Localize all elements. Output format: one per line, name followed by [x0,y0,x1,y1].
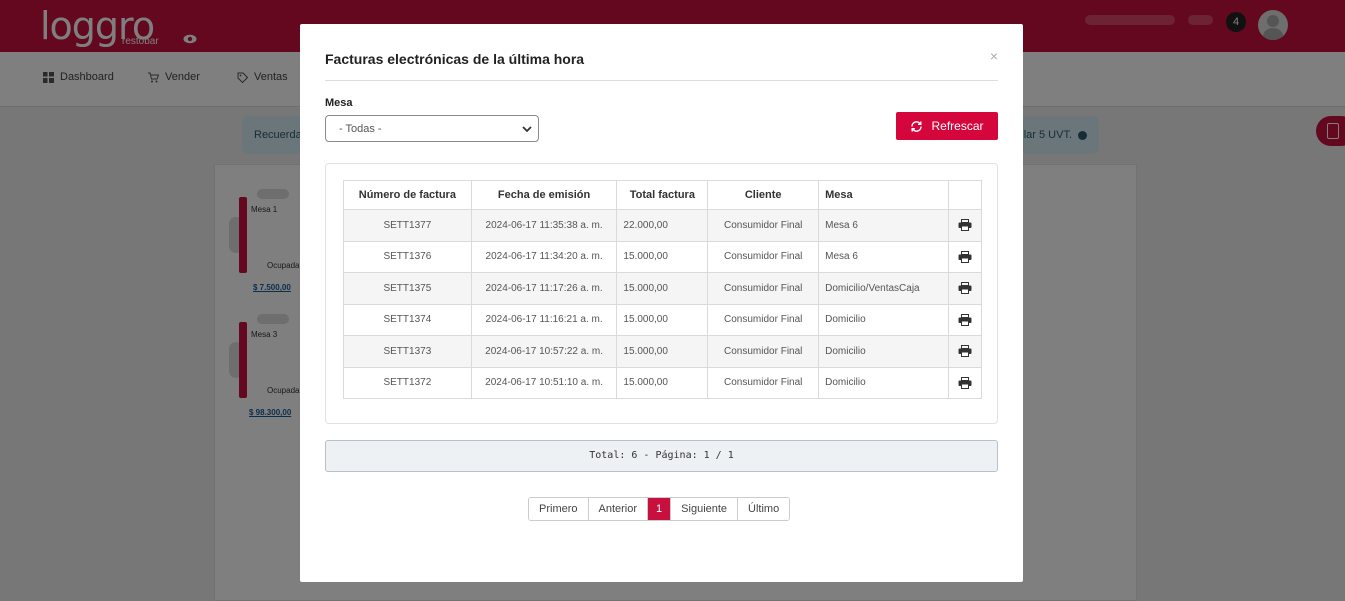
cell-mesa: Mesa 6 [818,209,950,242]
cell-fecha: 2024-06-17 11:34:20 a. m. [470,240,618,273]
cell-numero: SETT1377 [343,209,472,242]
print-cell [948,209,982,242]
print-cell [948,366,982,399]
invoices-modal: Facturas electrónicas de la última hora … [300,24,1023,582]
close-button[interactable]: × [990,48,998,64]
mesa-select[interactable]: - Todas - [325,115,539,142]
cell-fecha: 2024-06-17 10:57:22 a. m. [470,335,618,368]
print-cell [948,335,982,368]
table-row: SETT1374 2024-06-17 11:16:21 a. m. 15.00… [343,303,982,336]
print-icon[interactable] [958,345,972,358]
cell-mesa: Domicilio [818,303,950,336]
table-row: SETT1376 2024-06-17 11:34:20 a. m. 15.00… [343,240,982,273]
table-row: SETT1373 2024-06-17 10:57:22 a. m. 15.00… [343,335,982,368]
cell-mesa: Mesa 6 [818,240,950,273]
cell-total: 15.000,00 [616,240,709,273]
page-first-button[interactable]: Primero [529,498,589,520]
print-icon[interactable] [958,219,972,232]
refresh-icon [911,120,923,132]
cell-cliente: Consumidor Final [707,335,820,368]
cell-total: 15.000,00 [616,303,709,336]
cell-fecha: 2024-06-17 10:51:10 a. m. [470,366,618,399]
table-row: SETT1372 2024-06-17 10:51:10 a. m. 15.00… [343,366,982,399]
table-header-row: Número de factura Fecha de emisión Total… [343,180,982,210]
table-summary: Total: 6 - Página: 1 / 1 [325,440,998,472]
chevron-down-icon [522,126,532,133]
cell-fecha: 2024-06-17 11:17:26 a. m. [470,272,618,305]
page-prev-button[interactable]: Anterior [588,498,649,520]
modal-title: Facturas electrónicas de la última hora [325,51,585,67]
invoices-table: Número de factura Fecha de emisión Total… [343,180,982,399]
cell-cliente: Consumidor Final [707,209,820,242]
column-header[interactable]: Número de factura [343,180,472,210]
cell-fecha: 2024-06-17 11:35:38 a. m. [470,209,618,242]
table-row: SETT1375 2024-06-17 11:17:26 a. m. 15.00… [343,272,982,305]
mesa-select-value: - Todas - [339,123,382,135]
cell-cliente: Consumidor Final [707,240,820,273]
column-header [948,180,982,210]
print-cell [948,272,982,305]
divider [325,80,998,81]
cell-total: 15.000,00 [616,335,709,368]
cell-numero: SETT1372 [343,366,472,399]
mesa-filter-label: Mesa [325,97,353,109]
cell-total: 15.000,00 [616,366,709,399]
cell-numero: SETT1374 [343,303,472,336]
cell-mesa: Domicilio/VentasCaja [818,272,950,305]
cell-fecha: 2024-06-17 11:16:21 a. m. [470,303,618,336]
cell-cliente: Consumidor Final [707,303,820,336]
print-cell [948,303,982,336]
refresh-label: Refrescar [931,119,984,133]
column-header[interactable]: Total factura [616,180,709,210]
print-icon[interactable] [958,282,972,295]
column-header[interactable]: Cliente [707,180,820,210]
print-cell [948,240,982,273]
column-header[interactable]: Mesa [818,180,950,210]
cell-total: 15.000,00 [616,272,709,305]
cell-mesa: Domicilio [818,366,950,399]
invoices-table-container: Número de factura Fecha de emisión Total… [325,163,998,424]
cell-mesa: Domicilio [818,335,950,368]
cell-total: 22.000,00 [616,209,709,242]
column-header[interactable]: Fecha de emisión [470,180,618,210]
page-next-button[interactable]: Siguiente [671,498,739,520]
page-last-button[interactable]: Último [738,498,790,520]
table-row: SETT1377 2024-06-17 11:35:38 a. m. 22.00… [343,209,982,242]
cell-numero: SETT1375 [343,272,472,305]
print-icon[interactable] [958,376,972,389]
cell-numero: SETT1373 [343,335,472,368]
page-current-button[interactable]: 1 [648,498,672,520]
pagination: Primero Anterior 1 Siguiente Último [528,497,791,521]
cell-cliente: Consumidor Final [707,366,820,399]
print-icon[interactable] [958,313,972,326]
cell-cliente: Consumidor Final [707,272,820,305]
refresh-button[interactable]: Refrescar [896,112,998,140]
cell-numero: SETT1376 [343,240,472,273]
print-icon[interactable] [958,250,972,263]
